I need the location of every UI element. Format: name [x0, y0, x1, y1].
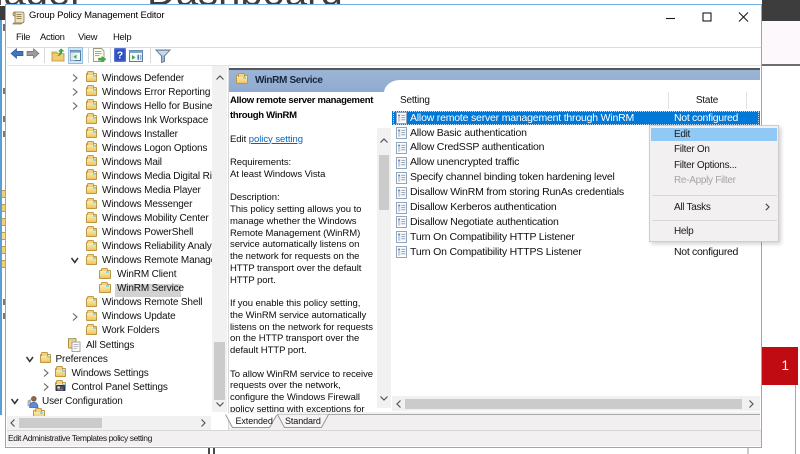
svg-text:?: ? [117, 50, 123, 62]
